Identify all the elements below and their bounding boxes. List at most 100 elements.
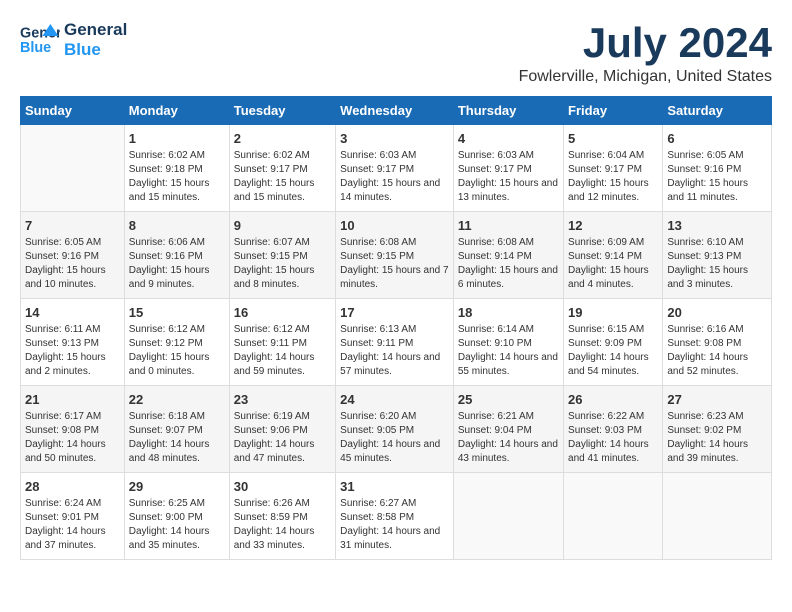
day-number: 30 <box>234 479 331 494</box>
day-info: Sunrise: 6:15 AM Sunset: 9:09 PM Dayligh… <box>568 323 658 379</box>
day-cell: 11 Sunrise: 6:08 AM Sunset: 9:14 PM Dayli… <box>453 212 563 299</box>
day-info: Sunrise: 6:02 AM Sunset: 9:17 PM Dayligh… <box>234 149 331 205</box>
day-cell: 21Sunrise: 6:17 AM Sunset: 9:08 PM Dayli… <box>21 386 125 473</box>
day-number: 17 <box>340 305 449 320</box>
day-info: Sunrise: 6:12 AM Sunset: 9:12 PM Dayligh… <box>129 323 225 379</box>
day-info: Sunrise: 6:08 AM Sunset: 9:15 PM Dayligh… <box>340 236 449 292</box>
day-cell: 22Sunrise: 6:18 AM Sunset: 9:07 PM Dayli… <box>124 386 229 473</box>
day-cell: 14 Sunrise: 6:11 AM Sunset: 9:13 PM Dayli… <box>21 299 125 386</box>
day-info: Sunrise: 6:09 AM Sunset: 9:14 PM Dayligh… <box>568 236 658 292</box>
day-number: 8 <box>129 218 225 233</box>
day-cell: 6 Sunrise: 6:05 AM Sunset: 9:16 PM Daylig… <box>663 125 772 212</box>
day-info: Sunrise: 6:13 AM Sunset: 9:11 PM Dayligh… <box>340 323 449 379</box>
day-info: Sunrise: 6:03 AM Sunset: 9:17 PM Dayligh… <box>340 149 449 205</box>
header-wednesday: Wednesday <box>336 97 454 125</box>
day-info: Sunrise: 6:08 AM Sunset: 9:14 PM Dayligh… <box>458 236 559 292</box>
header-row: Sunday Monday Tuesday Wednesday Thursday… <box>21 97 772 125</box>
week-row-4: 28 Sunrise: 6:24 AM Sunset: 9:01 PM Dayli… <box>21 473 772 560</box>
page-header: General Blue General Blue July 2024 Fowl… <box>20 20 772 86</box>
day-info: Sunrise: 6:05 AM Sunset: 9:16 PM Dayligh… <box>25 236 120 292</box>
header-friday: Friday <box>564 97 663 125</box>
day-number: 11 <box>458 218 559 233</box>
day-info: Sunrise: 6:24 AM Sunset: 9:01 PM Dayligh… <box>25 497 120 553</box>
day-info: Sunrise: 6:27 AM Sunset: 8:58 PM Dayligh… <box>340 497 449 553</box>
day-info: Sunrise: 6:23 AM Sunset: 9:02 PM Dayligh… <box>667 410 767 466</box>
day-cell <box>453 473 563 560</box>
day-number: 7 <box>25 218 120 233</box>
day-number: 14 <box>25 305 120 320</box>
day-cell: 28 Sunrise: 6:24 AM Sunset: 9:01 PM Dayli… <box>21 473 125 560</box>
header-tuesday: Tuesday <box>229 97 335 125</box>
day-number: 29 <box>129 479 225 494</box>
day-number: 2 <box>234 131 331 146</box>
day-cell: 20 Sunrise: 6:16 AM Sunset: 9:08 PM Dayli… <box>663 299 772 386</box>
day-number: 9 <box>234 218 331 233</box>
day-info: Sunrise: 6:25 AM Sunset: 9:00 PM Dayligh… <box>129 497 225 553</box>
day-cell: 12 Sunrise: 6:09 AM Sunset: 9:14 PM Dayli… <box>564 212 663 299</box>
day-number: 27 <box>667 392 767 407</box>
location: Fowlerville, Michigan, United States <box>519 68 772 86</box>
day-cell <box>663 473 772 560</box>
day-info: Sunrise: 6:07 AM Sunset: 9:15 PM Dayligh… <box>234 236 331 292</box>
day-info: Sunrise: 6:04 AM Sunset: 9:17 PM Dayligh… <box>568 149 658 205</box>
day-cell: 26Sunrise: 6:22 AM Sunset: 9:03 PM Dayli… <box>564 386 663 473</box>
month-title: July 2024 <box>519 20 772 66</box>
calendar-table: Sunday Monday Tuesday Wednesday Thursday… <box>20 96 772 560</box>
day-info: Sunrise: 6:06 AM Sunset: 9:16 PM Dayligh… <box>129 236 225 292</box>
header-monday: Monday <box>124 97 229 125</box>
day-cell: 2 Sunrise: 6:02 AM Sunset: 9:17 PM Daylig… <box>229 125 335 212</box>
week-row-2: 14 Sunrise: 6:11 AM Sunset: 9:13 PM Dayli… <box>21 299 772 386</box>
day-info: Sunrise: 6:12 AM Sunset: 9:11 PM Dayligh… <box>234 323 331 379</box>
header-thursday: Thursday <box>453 97 563 125</box>
day-number: 20 <box>667 305 767 320</box>
logo: General Blue General Blue <box>20 20 127 61</box>
day-cell: 31 Sunrise: 6:27 AM Sunset: 8:58 PM Dayli… <box>336 473 454 560</box>
day-cell: 3 Sunrise: 6:03 AM Sunset: 9:17 PM Daylig… <box>336 125 454 212</box>
week-row-3: 21Sunrise: 6:17 AM Sunset: 9:08 PM Dayli… <box>21 386 772 473</box>
day-info: Sunrise: 6:20 AM Sunset: 9:05 PM Dayligh… <box>340 410 449 466</box>
day-number: 21 <box>25 392 120 407</box>
title-block: July 2024 Fowlerville, Michigan, United … <box>519 20 772 86</box>
day-cell: 17 Sunrise: 6:13 AM Sunset: 9:11 PM Dayli… <box>336 299 454 386</box>
day-info: Sunrise: 6:10 AM Sunset: 9:13 PM Dayligh… <box>667 236 767 292</box>
day-cell: 8 Sunrise: 6:06 AM Sunset: 9:16 PM Daylig… <box>124 212 229 299</box>
day-cell: 13 Sunrise: 6:10 AM Sunset: 9:13 PM Dayli… <box>663 212 772 299</box>
day-info: Sunrise: 6:11 AM Sunset: 9:13 PM Dayligh… <box>25 323 120 379</box>
week-row-1: 7 Sunrise: 6:05 AM Sunset: 9:16 PM Daylig… <box>21 212 772 299</box>
day-info: Sunrise: 6:16 AM Sunset: 9:08 PM Dayligh… <box>667 323 767 379</box>
day-cell: 23Sunrise: 6:19 AM Sunset: 9:06 PM Dayli… <box>229 386 335 473</box>
day-cell: 4Sunrise: 6:03 AM Sunset: 9:17 PM Daylig… <box>453 125 563 212</box>
day-cell <box>21 125 125 212</box>
day-cell: 30 Sunrise: 6:26 AM Sunset: 8:59 PM Dayli… <box>229 473 335 560</box>
day-number: 26 <box>568 392 658 407</box>
header-sunday: Sunday <box>21 97 125 125</box>
day-cell: 16Sunrise: 6:12 AM Sunset: 9:11 PM Dayli… <box>229 299 335 386</box>
day-number: 24 <box>340 392 449 407</box>
day-number: 31 <box>340 479 449 494</box>
day-number: 12 <box>568 218 658 233</box>
day-cell <box>564 473 663 560</box>
day-cell: 24 Sunrise: 6:20 AM Sunset: 9:05 PM Dayli… <box>336 386 454 473</box>
logo-icon: General Blue <box>20 20 60 60</box>
day-number: 10 <box>340 218 449 233</box>
day-number: 22 <box>129 392 225 407</box>
day-cell: 1Sunrise: 6:02 AM Sunset: 9:18 PM Daylig… <box>124 125 229 212</box>
header-saturday: Saturday <box>663 97 772 125</box>
day-number: 28 <box>25 479 120 494</box>
day-number: 6 <box>667 131 767 146</box>
week-row-0: 1Sunrise: 6:02 AM Sunset: 9:18 PM Daylig… <box>21 125 772 212</box>
day-number: 25 <box>458 392 559 407</box>
day-cell: 10 Sunrise: 6:08 AM Sunset: 9:15 PM Dayli… <box>336 212 454 299</box>
day-info: Sunrise: 6:21 AM Sunset: 9:04 PM Dayligh… <box>458 410 559 466</box>
day-cell: 25 Sunrise: 6:21 AM Sunset: 9:04 PM Dayli… <box>453 386 563 473</box>
day-info: Sunrise: 6:02 AM Sunset: 9:18 PM Dayligh… <box>129 149 225 205</box>
day-number: 3 <box>340 131 449 146</box>
day-info: Sunrise: 6:26 AM Sunset: 8:59 PM Dayligh… <box>234 497 331 553</box>
day-info: Sunrise: 6:19 AM Sunset: 9:06 PM Dayligh… <box>234 410 331 466</box>
day-info: Sunrise: 6:05 AM Sunset: 9:16 PM Dayligh… <box>667 149 767 205</box>
day-number: 18 <box>458 305 559 320</box>
day-number: 19 <box>568 305 658 320</box>
day-cell: 15Sunrise: 6:12 AM Sunset: 9:12 PM Dayli… <box>124 299 229 386</box>
day-number: 13 <box>667 218 767 233</box>
day-cell: 27 Sunrise: 6:23 AM Sunset: 9:02 PM Dayli… <box>663 386 772 473</box>
